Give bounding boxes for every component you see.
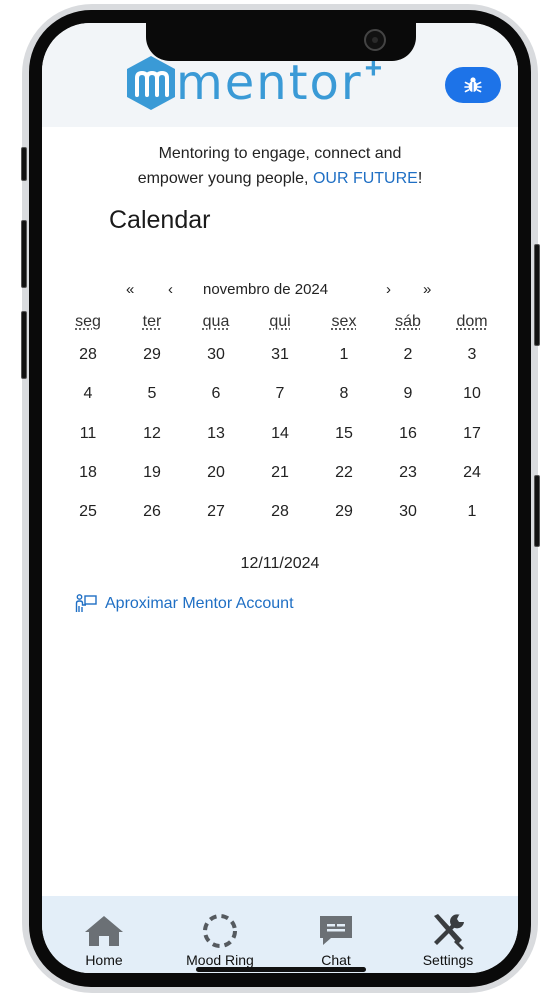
tab-chat-label: Chat: [321, 952, 351, 968]
calendar-day[interactable]: 29: [120, 344, 184, 366]
weekday-label: qua: [202, 313, 230, 330]
mute-switch: [21, 147, 27, 181]
calendar-day[interactable]: 9: [376, 383, 440, 405]
logo-text: mentor: [176, 55, 363, 111]
chat-icon: [320, 916, 352, 945]
calendar-day[interactable]: 30: [184, 344, 248, 366]
tab-settings-label: Settings: [422, 952, 474, 968]
calendar-day[interactable]: 29: [312, 501, 376, 523]
calendar-day[interactable]: 5: [120, 383, 184, 405]
tagline-text: empower young people,: [137, 170, 313, 187]
calendar-day[interactable]: 7: [248, 383, 312, 405]
settings-icon: [434, 914, 464, 950]
calendar-day[interactable]: 25: [56, 501, 120, 523]
calendar-day[interactable]: 18: [56, 462, 120, 484]
calendar-day[interactable]: 20: [184, 462, 248, 484]
calendar-day[interactable]: 2: [376, 344, 440, 366]
calendar-day[interactable]: 23: [376, 462, 440, 484]
tab-mood-ring[interactable]: Mood Ring: [175, 912, 265, 968]
calendar-day[interactable]: 15: [312, 423, 376, 445]
account-link-label: Aproximar Mentor Account: [105, 595, 294, 612]
prev-year-button[interactable]: «: [126, 281, 134, 298]
calendar-day[interactable]: 6: [184, 383, 248, 405]
mentor-logo[interactable]: mentor +: [124, 52, 382, 113]
calendar-navigation: « ‹ novembro de 2024 › »: [42, 281, 518, 303]
logo-hex-icon: [124, 54, 178, 112]
tab-settings[interactable]: Settings: [403, 912, 493, 968]
calendar-week: 28 29 30 31 1 2 3: [56, 344, 504, 366]
calendar-week: 25 26 27 28 29 30 1: [56, 501, 504, 523]
calendar-day[interactable]: 19: [120, 462, 184, 484]
calendar-day-selected[interactable]: 12: [120, 423, 184, 445]
calendar-week: 18 19 20 21 22 23 24: [56, 462, 504, 484]
calendar-day[interactable]: 1: [440, 501, 504, 523]
home-indicator[interactable]: [196, 967, 366, 972]
bottom-tab-bar: Home Mood Ring Chat Settings: [42, 896, 518, 973]
calendar-day[interactable]: 10: [440, 383, 504, 405]
selected-date: 12/11/2024: [240, 555, 320, 572]
calendar-week: 4 5 6 7 8 9 10: [56, 383, 504, 405]
calendar-day[interactable]: 3: [440, 344, 504, 366]
weekday-label: qui: [269, 313, 291, 330]
calendar-day[interactable]: 16: [376, 423, 440, 445]
power-button: [534, 244, 540, 346]
prev-month-button[interactable]: ‹: [168, 281, 173, 298]
page-title: Calendar: [109, 206, 211, 234]
volume-down-button: [21, 311, 27, 379]
calendar-week: 11 12 13 14 15 16 17: [56, 423, 504, 445]
mood-ring-icon: [203, 914, 237, 948]
calendar-day[interactable]: 28: [248, 501, 312, 523]
our-future-link[interactable]: OUR FUTURE: [313, 170, 418, 187]
volume-up-button: [21, 220, 27, 288]
tab-home[interactable]: Home: [59, 912, 149, 968]
calendar-day[interactable]: 30: [376, 501, 440, 523]
calendar-day[interactable]: 1: [312, 344, 376, 366]
calendar-day[interactable]: 8: [312, 383, 376, 405]
person-board-icon: [75, 594, 97, 612]
bug-report-button[interactable]: [445, 67, 501, 103]
calendar-day[interactable]: 27: [184, 501, 248, 523]
home-icon: [85, 916, 123, 946]
calendar-day[interactable]: 4: [56, 383, 120, 405]
camera-icon: [364, 29, 386, 51]
calendar-day[interactable]: 21: [248, 462, 312, 484]
side-button-lower: [534, 475, 540, 547]
tagline-line2: empower young people, OUR FUTURE!: [42, 166, 518, 191]
calendar-day[interactable]: 24: [440, 462, 504, 484]
calendar-day[interactable]: 13: [184, 423, 248, 445]
weekday-label: sex: [331, 313, 357, 330]
month-label-button[interactable]: novembro de 2024: [203, 281, 328, 298]
tagline-line1: Mentoring to engage, connect and: [158, 145, 402, 162]
tagline-suffix: !: [417, 170, 423, 187]
account-link[interactable]: Aproximar Mentor Account: [75, 594, 294, 614]
tab-mood-ring-label: Mood Ring: [186, 952, 254, 968]
calendar-day[interactable]: 22: [312, 462, 376, 484]
tab-home-label: Home: [85, 952, 123, 968]
weekday-header: seg ter qua qui sex sáb dom: [56, 313, 504, 331]
tab-chat[interactable]: Chat: [291, 912, 381, 968]
weekday-label: seg: [75, 313, 101, 330]
next-month-button[interactable]: ›: [386, 281, 391, 298]
calendar-day[interactable]: 26: [120, 501, 184, 523]
next-year-button[interactable]: »: [423, 281, 431, 298]
weekday-label: ter: [142, 313, 162, 330]
calendar-day[interactable]: 31: [248, 344, 312, 366]
weekday-label: dom: [456, 313, 488, 330]
calendar-day[interactable]: 17: [440, 423, 504, 445]
weekday-label: sáb: [395, 313, 421, 330]
calendar-day[interactable]: 28: [56, 344, 120, 366]
calendar-day[interactable]: 11: [56, 423, 120, 445]
calendar-day[interactable]: 14: [248, 423, 312, 445]
app-screen: mentor + Mentoring to engage, connect an…: [42, 23, 518, 973]
bug-icon: [464, 77, 482, 93]
tagline: Mentoring to engage, connect and empower…: [42, 141, 518, 191]
